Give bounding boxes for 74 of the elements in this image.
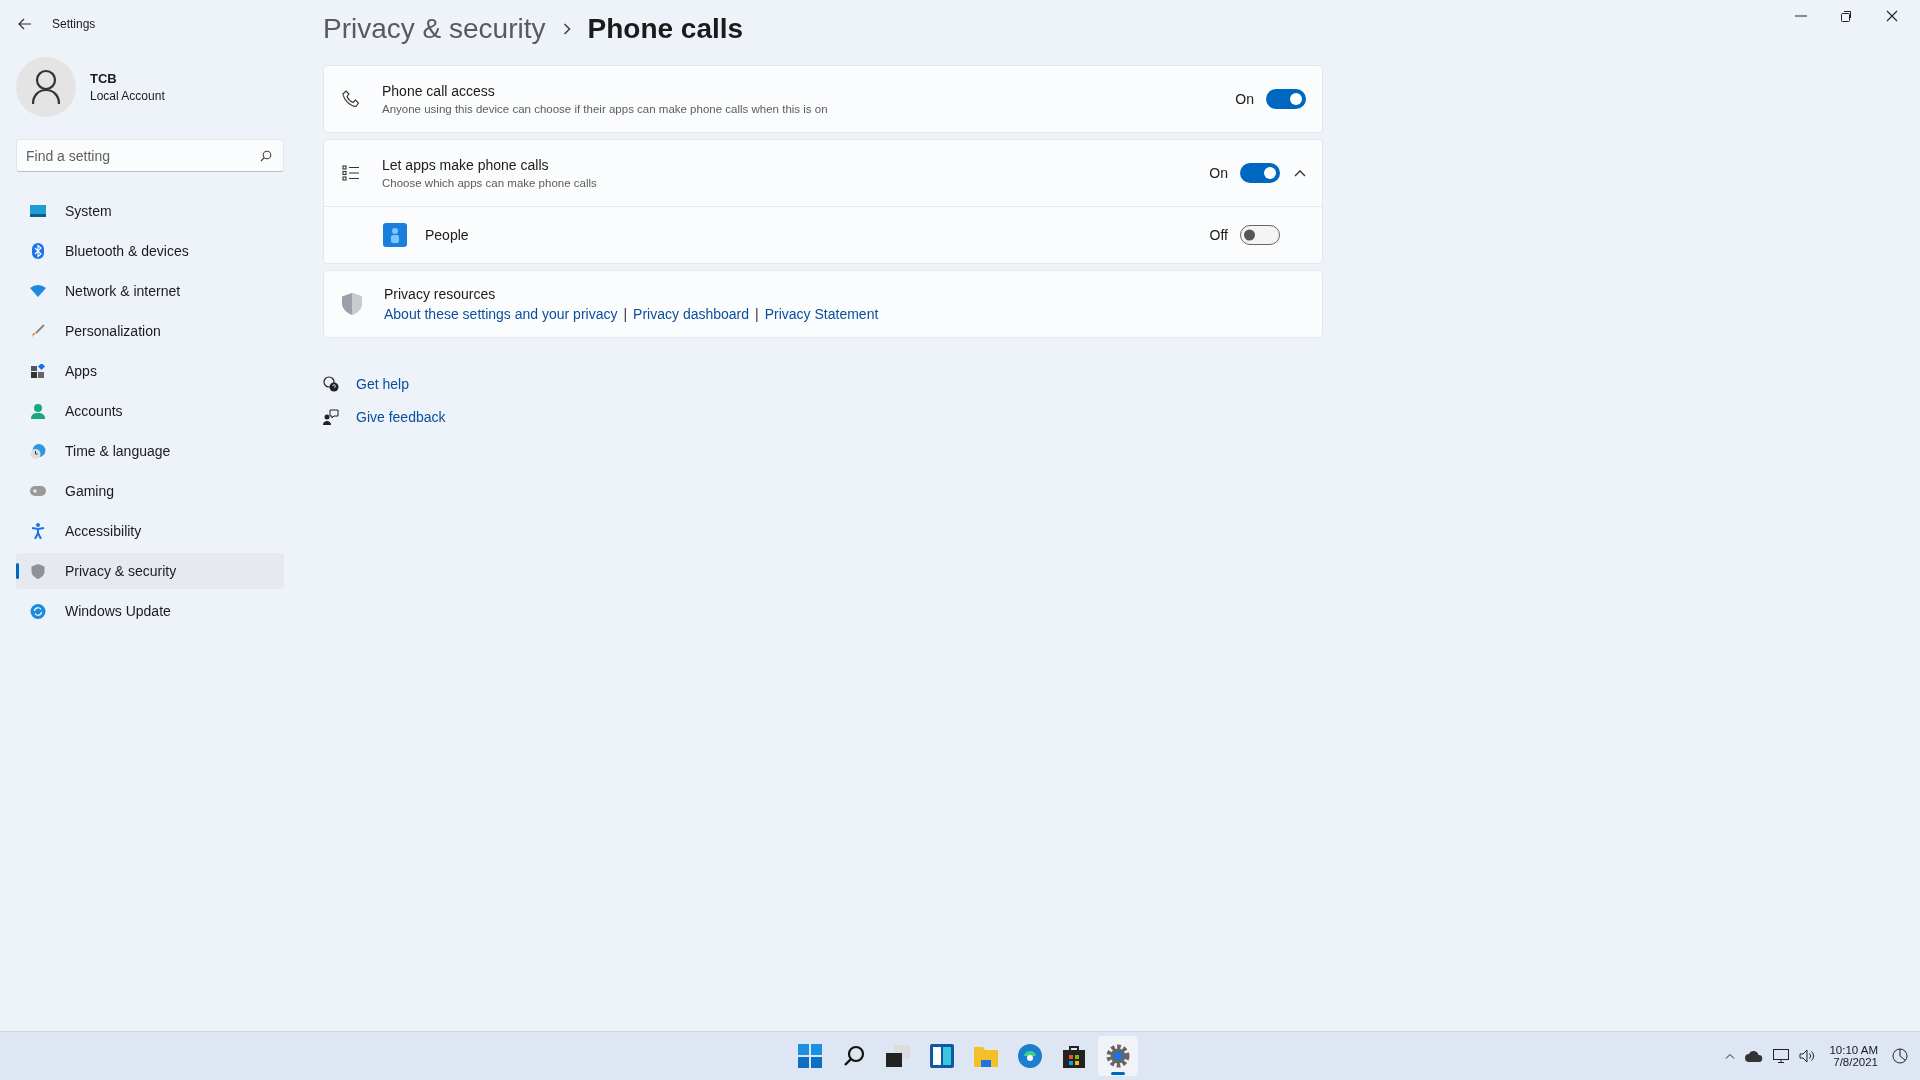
toggle-state-label: On: [1209, 165, 1228, 181]
privacy-link[interactable]: About these settings and your privacy: [384, 306, 618, 322]
sidebar-item[interactable]: Bluetooth & devices: [16, 233, 284, 269]
help-icon: [323, 376, 339, 392]
brush-icon: [29, 324, 47, 338]
privacy-link[interactable]: Privacy Statement: [764, 306, 879, 322]
toggle-switch[interactable]: [1266, 89, 1306, 109]
account-type: Local Account: [90, 89, 165, 103]
notification-icon[interactable]: [1892, 1048, 1908, 1064]
help-link[interactable]: Give feedback: [356, 409, 446, 425]
chevron-icon[interactable]: [1294, 169, 1306, 177]
setting-title: Let apps make phone calls: [382, 157, 550, 173]
shopping-bag-icon: [1063, 1044, 1085, 1068]
restore-icon[interactable]: [1841, 10, 1852, 22]
window-title: Settings: [52, 17, 96, 31]
overlapping-windows-icon: [886, 1045, 910, 1067]
privacy-link[interactable]: Privacy dashboard: [633, 306, 750, 322]
user-name: TCB: [90, 71, 118, 86]
toggle-switch[interactable]: [1240, 163, 1280, 183]
folder-icon: [974, 1045, 998, 1067]
link-separator: |: [623, 306, 628, 322]
widgets-icon: [930, 1044, 954, 1068]
setting-title: Phone call access: [382, 83, 496, 99]
help-link[interactable]: Get help: [356, 376, 409, 392]
app-icon: [383, 223, 407, 247]
sidebar-item[interactable]: Time & language: [16, 433, 284, 469]
accessibility-icon: [29, 523, 47, 539]
search-field[interactable]: Find a setting: [16, 139, 284, 172]
apps-icon: [29, 364, 47, 378]
browser-icon: [1018, 1044, 1042, 1068]
checklist-icon: [342, 165, 360, 181]
bluetooth-icon: [29, 243, 47, 259]
cloud-icon[interactable]: [1745, 1050, 1764, 1062]
clock-time[interactable]: 10:10 AM: [1829, 1044, 1878, 1056]
setting-description: Anyone using this device can choose if their apps can make phone calls when this is on: [382, 103, 829, 115]
toggle-state-label: Off: [1209, 227, 1228, 243]
search-icon: [260, 150, 272, 162]
sidebar-item[interactable]: Accounts: [16, 393, 284, 429]
sidebar-item[interactable]: System: [16, 193, 284, 229]
breadcrumb-link[interactable]: Privacy & security: [323, 13, 546, 45]
clock-date[interactable]: 7/8/2021: [1833, 1056, 1878, 1068]
back-arrow-icon[interactable]: [18, 18, 32, 30]
sync-icon: [29, 603, 47, 619]
gear-icon: [1106, 1044, 1130, 1068]
four-squares-icon: [798, 1044, 822, 1068]
chevron-up-icon[interactable]: [1725, 1053, 1736, 1059]
search-icon: [843, 1045, 865, 1067]
sidebar-item[interactable]: Gaming: [16, 473, 284, 509]
sidebar-item[interactable]: Personalization: [16, 313, 284, 349]
shield-icon: [342, 293, 362, 315]
chevron-right-icon: [562, 23, 571, 35]
speaker-icon[interactable]: [1799, 1049, 1816, 1063]
sidebar-item[interactable]: Apps: [16, 353, 284, 389]
shield-icon: [29, 563, 47, 579]
sidebar-item[interactable]: Accessibility: [16, 513, 284, 549]
phone-icon: [342, 90, 360, 108]
sidebar-item[interactable]: Windows Update: [16, 593, 284, 629]
setting-description: Choose which apps can make phone calls: [382, 177, 598, 189]
toggle-state-label: On: [1235, 91, 1254, 107]
person-icon: [29, 403, 47, 419]
sidebar-item[interactable]: Privacy & security: [16, 553, 284, 589]
controller-icon: [29, 486, 47, 496]
close-icon[interactable]: [1886, 10, 1898, 22]
monitor-icon[interactable]: [1773, 1049, 1790, 1063]
sidebar-item[interactable]: Network & internet: [16, 273, 284, 309]
link-separator: |: [755, 306, 759, 322]
globe-clock-icon: [29, 443, 47, 459]
app-name: People: [425, 227, 470, 243]
wifi-icon: [29, 285, 47, 297]
page-title: Phone calls: [587, 13, 744, 45]
feedback-icon: [323, 409, 339, 425]
setting-title: Privacy resources: [384, 286, 497, 302]
monitor-icon: [29, 205, 47, 217]
toggle-switch[interactable]: [1240, 225, 1280, 245]
